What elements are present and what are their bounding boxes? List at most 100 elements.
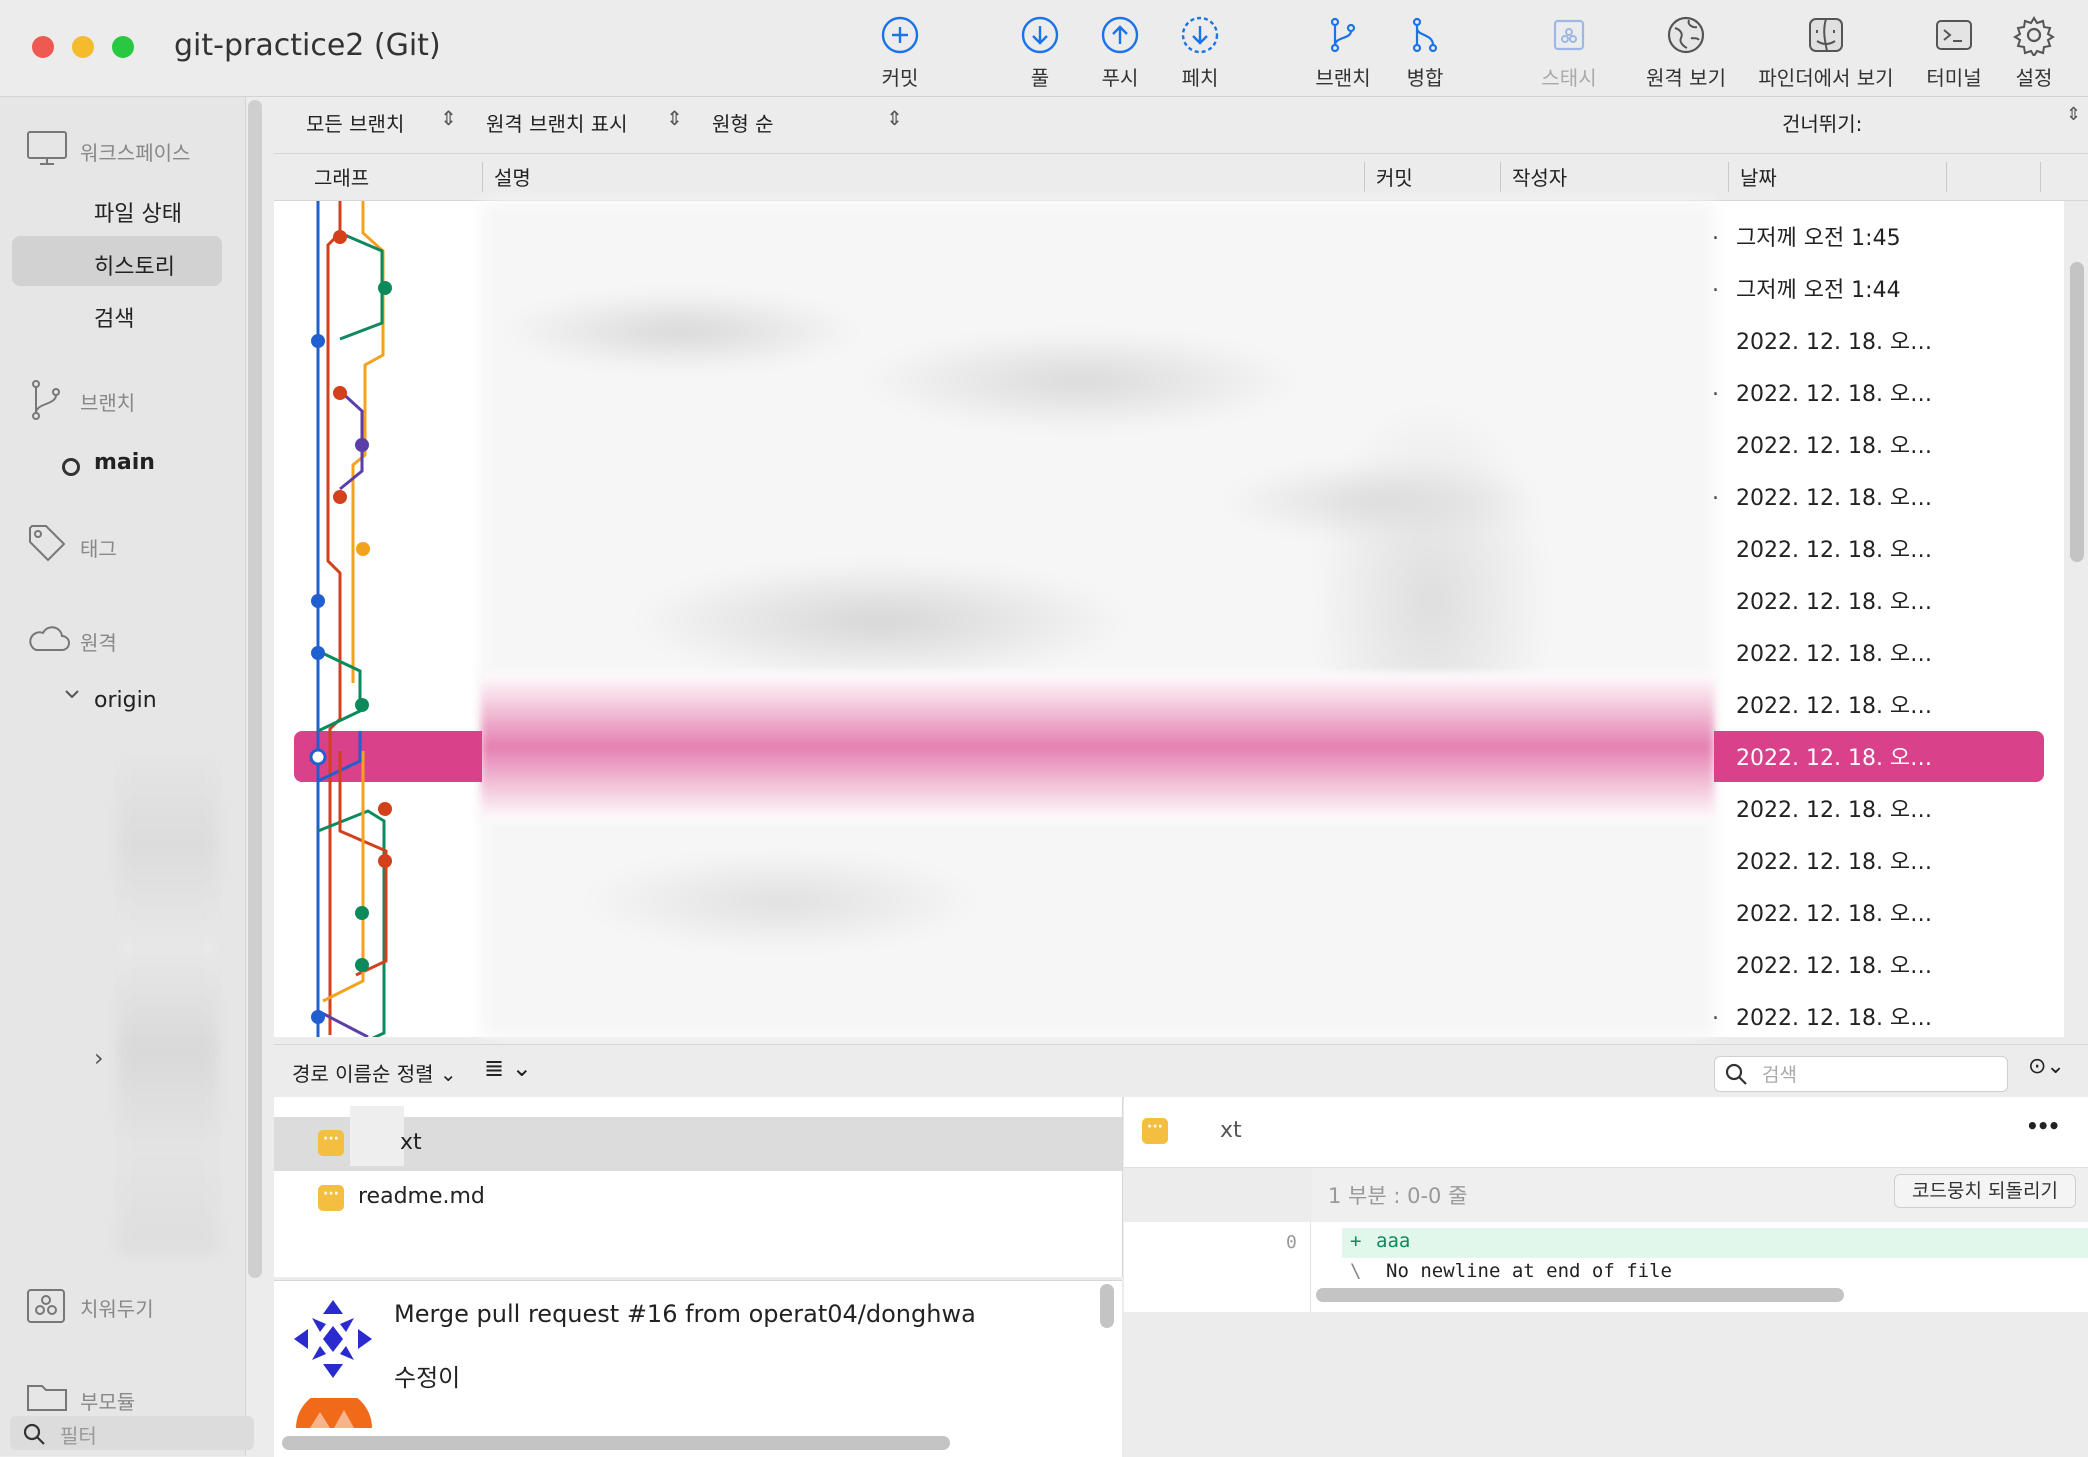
no-newline-text: No newline at end of file [1386,1260,1672,1282]
branches-header[interactable]: 브랜치 [80,387,135,416]
order-select[interactable]: 원형 순 [712,108,774,137]
filter-field[interactable] [10,1416,254,1450]
file-name[interactable]: xt [400,1130,422,1155]
column-description[interactable]: 설명 [494,162,531,191]
stashes-header[interactable]: 치워두기 [80,1293,154,1322]
row-marker: . [1712,1000,1719,1025]
jump-to-label: 건너뛰기: [1782,112,1863,136]
column-divider[interactable] [1946,162,1947,192]
sidebar-item-search[interactable]: 검색 [94,301,134,333]
revert-hunk-button[interactable]: 코드뭉치 되돌리기 [1894,1174,2076,1208]
gear-icon [2013,16,2055,56]
finder-icon [1809,18,1843,52]
commit-date[interactable]: 2022. 12. 18. 오… [1736,532,2036,564]
column-commit[interactable]: 커밋 [1376,162,1413,191]
modified-file-icon: ··· [1142,1118,1168,1144]
remotes-header[interactable]: 원격 [80,627,117,656]
current-branch-indicator [62,458,80,476]
commit-date[interactable]: 2022. 12. 18. 오… [1736,428,2036,460]
commit-date[interactable]: 2022. 12. 18. 오… [1736,376,2036,408]
sidebar-item-history[interactable]: 히스토리 [94,249,175,281]
column-graph[interactable]: 그래프 [314,162,369,191]
commit-date[interactable]: 2022. 12. 18. 오… [1736,636,2036,668]
tags-header[interactable]: 태그 [80,533,117,562]
column-header [274,154,2088,201]
column-date[interactable]: 날짜 [1740,162,1777,191]
search-placeholder: 검색 [1762,1064,1797,1086]
minimize-window-button[interactable] [72,36,94,58]
file-name[interactable]: readme.md [358,1184,485,1209]
avatar [293,1299,373,1379]
commit-date[interactable]: 2022. 12. 18. 오… [1736,792,2036,824]
commit-date[interactable]: 2022. 12. 18. 오… [1736,688,2036,720]
column-divider[interactable] [1728,162,1729,192]
column-divider[interactable] [482,162,483,192]
chevron-right-icon[interactable]: › [94,1044,104,1072]
commit-date[interactable]: 그저께 오전 1:44 [1736,272,2036,304]
stash-button[interactable]: 스태시 [1514,14,1624,91]
column-divider[interactable] [2040,162,2041,192]
close-window-button[interactable] [32,36,54,58]
toolbar-label: 병합 [1406,66,1444,90]
commit-list-scrollbar[interactable] [2070,262,2084,562]
zoom-window-button[interactable] [112,36,134,58]
remote-branches-select[interactable]: 원격 브랜치 표시 [486,108,628,137]
commit-date[interactable]: 2022. 12. 18. 오… [1736,844,2036,876]
chevron-down-icon: ⌄ [439,1062,457,1086]
commit-title: Merge pull request #16 from operat04/don… [394,1300,976,1328]
list-view-icon[interactable]: ≣ ⌄ [484,1054,532,1082]
commit-info-scrollbar[interactable] [1100,1284,1114,1328]
tag-icon [29,525,66,562]
line-number: 0 [1286,1232,1297,1253]
updown-icon[interactable]: ⇕ [886,106,903,130]
column-divider[interactable] [1364,162,1365,192]
sort-label: 경로 이름순 정렬 [292,1062,434,1086]
commit-info-hscrollbar[interactable] [282,1436,950,1450]
toolbar-label: 설정 [2015,66,2053,90]
commit-date[interactable]: 2022. 12. 18. 오… [1736,1000,2036,1032]
toolbar-label: 터미널 [1926,66,1982,90]
sidebar-item-main[interactable]: main [94,450,155,475]
more-icon[interactable]: ••• [2026,1114,2060,1138]
file-search-input[interactable] [1714,1056,2008,1092]
commit-date[interactable]: 2022. 12. 18. 오… [1736,584,2036,616]
commit-date[interactable]: 그저께 오전 1:45 [1736,220,2036,252]
added-text: aaa [1376,1230,1411,1252]
updown-icon[interactable]: ⇕ [666,106,683,130]
sidebar-item-file-status[interactable]: 파일 상태 [94,196,182,228]
column-divider[interactable] [1500,162,1501,192]
folder-icon [27,1385,67,1411]
remote-view-button[interactable]: 원격 보기 [1631,14,1741,91]
sort-select[interactable]: 경로 이름순 정렬 ⌄ [292,1058,457,1087]
diff-file-name: xt [1220,1118,1242,1143]
window-title: git-practice2 (Git) [174,28,441,63]
toolbar-label: 풀 [1030,66,1050,90]
merge-button[interactable]: 병합 [1370,14,1480,91]
branch-filter-select[interactable]: 모든 브랜치 [306,108,404,137]
row-marker: . [1712,220,1719,245]
more-options-icon[interactable]: ⊙⌄ [2028,1054,2065,1079]
commit-button[interactable]: 커밋 [845,14,955,91]
fetch-button[interactable]: 페치 [1145,14,1255,91]
updown-icon[interactable]: ⇕ [2066,104,2081,125]
column-author[interactable]: 작성자 [1512,162,1567,191]
row-marker: . [1712,272,1719,297]
commit-date[interactable]: 2022. 12. 18. 오… [1736,896,2036,928]
chevron-down-icon[interactable] [64,688,80,702]
merge-icon [1412,17,1438,53]
settings-button[interactable]: 설정 [1979,14,2088,91]
updown-icon[interactable]: ⇕ [440,106,457,130]
commit-date[interactable]: 2022. 12. 18. 오… [1736,740,2036,772]
commit-date[interactable]: 2022. 12. 18. 오… [1736,480,2036,512]
sidebar-item-origin[interactable]: origin [94,688,157,713]
show-in-finder-button[interactable]: 파인더에서 보기 [1746,14,1906,91]
submodules-header[interactable]: 부모듈 [80,1386,135,1415]
commit-body: 수정이 [394,1364,461,1392]
diff-hscrollbar[interactable] [1316,1288,1844,1302]
commit-date[interactable]: 2022. 12. 18. 오… [1736,324,2036,356]
commit-date[interactable]: 2022. 12. 18. 오… [1736,948,2036,980]
sidebar-scrollbar[interactable] [248,100,262,1278]
diff-header [1124,1097,2088,1168]
workspace-header[interactable]: 워크스페이스 [80,137,190,166]
toolbar-label: 원격 보기 [1646,66,1726,90]
